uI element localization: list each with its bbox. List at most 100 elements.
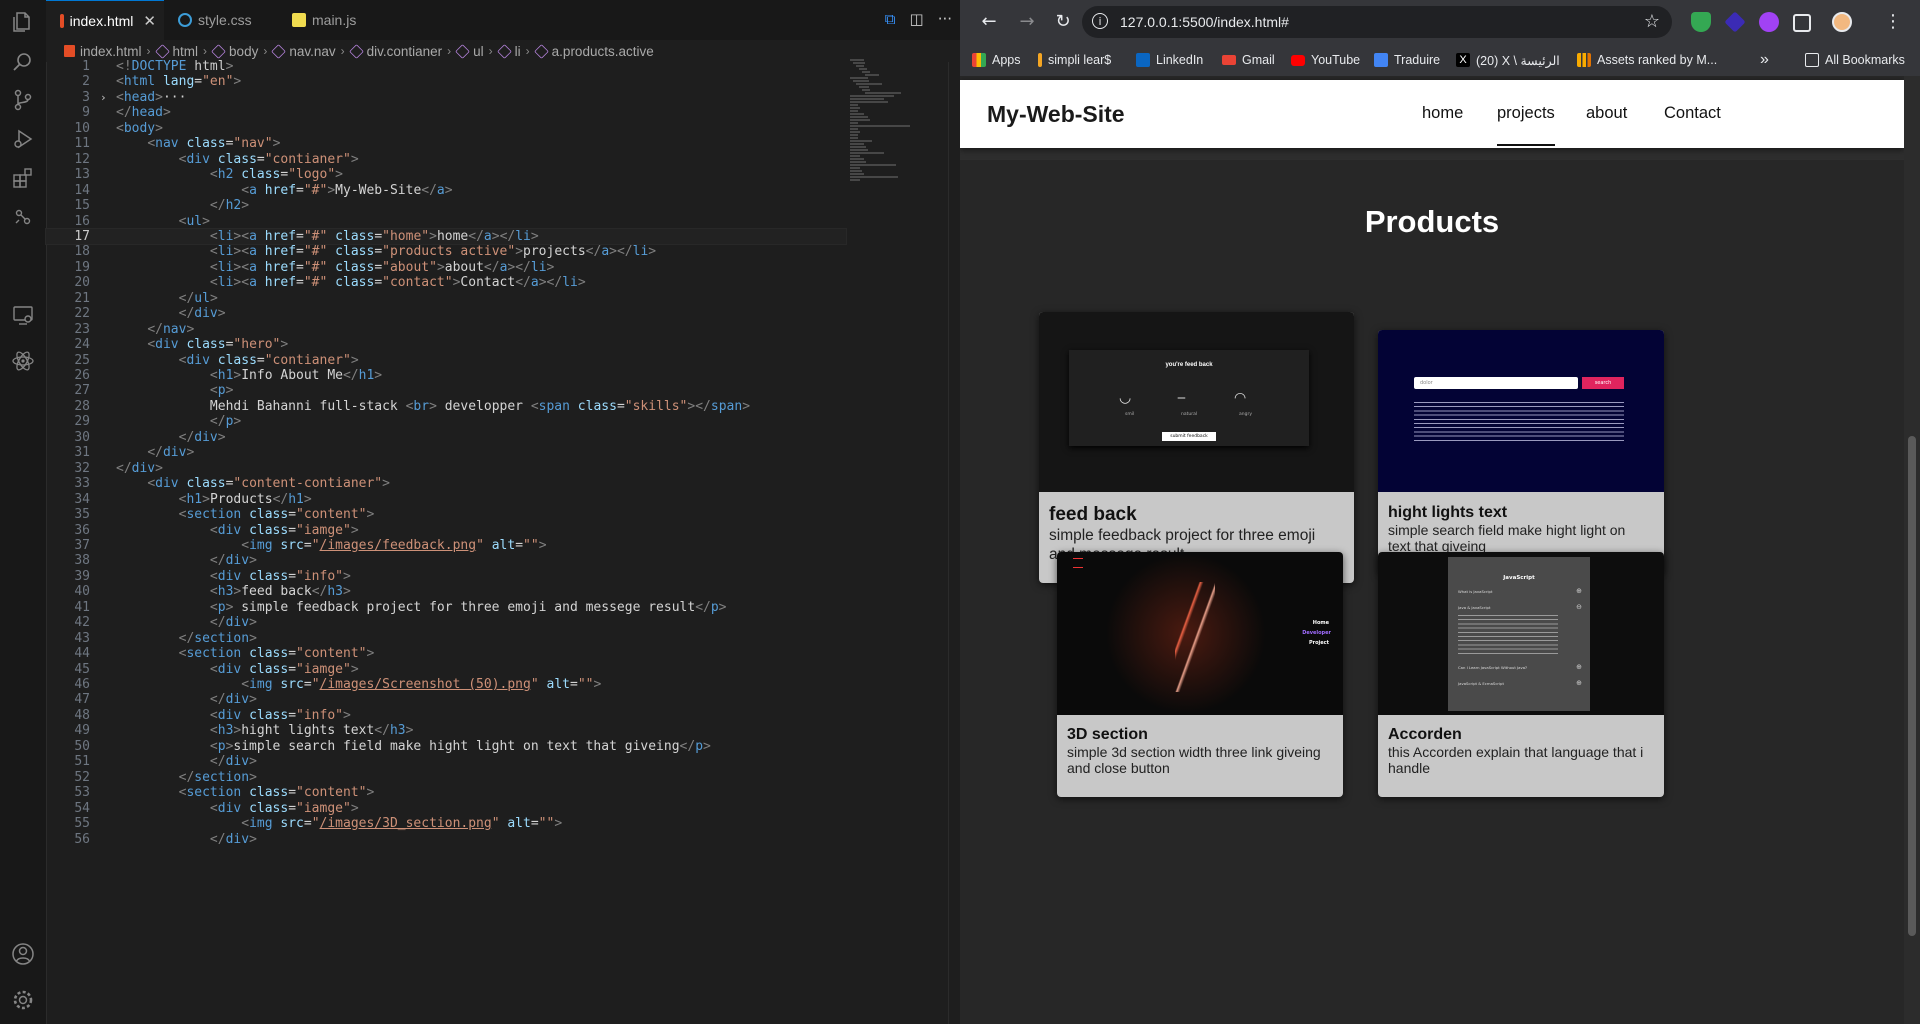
testing-icon[interactable] (11, 205, 35, 229)
breadcrumb-item[interactable]: li (496, 44, 521, 59)
code-line[interactable]: 55 <img src="/images/3D_section.png" alt… (46, 816, 846, 831)
code-line[interactable]: 34 <h1>Products</h1> (46, 492, 846, 507)
code-line[interactable]: 21 </ul> (46, 291, 846, 306)
product-card[interactable]: Home Developer Project 3D section simple… (1057, 552, 1343, 797)
code-line[interactable]: 27 <p> (46, 383, 846, 398)
split-editor-icon[interactable]: ◫ (910, 10, 924, 28)
code-line[interactable]: 46 <img src="/images/Screenshot (50).png… (46, 677, 846, 692)
code-line[interactable]: 31 </div> (46, 445, 846, 460)
shield-extension-icon[interactable] (1691, 12, 1711, 32)
breadcrumb-item[interactable]: nav.nav (271, 44, 336, 59)
code-line[interactable]: 43 </section> (46, 631, 846, 646)
nav-projects[interactable]: projects (1497, 80, 1555, 146)
profile-avatar[interactable] (1832, 12, 1852, 32)
bookmark-apps[interactable]: Apps (972, 44, 1021, 76)
code-line[interactable]: 23 </nav> (46, 322, 846, 337)
code-line[interactable]: 45 <div class="iamge"> (46, 662, 846, 677)
bookmark-x[interactable]: X (20) X \ الرئيسة (1456, 44, 1560, 76)
code-line[interactable]: 51 </div> (46, 754, 846, 769)
bookmark-star-icon[interactable]: ☆ (1644, 11, 1660, 32)
more-bookmarks-icon[interactable]: » (1760, 44, 1769, 76)
all-bookmarks[interactable]: All Bookmarks (1805, 44, 1905, 76)
nav-home[interactable]: home (1422, 80, 1463, 146)
code-line[interactable]: 35 <section class="content"> (46, 507, 846, 522)
product-card[interactable]: JavaScript What is JavaScript Java & Jav… (1378, 552, 1664, 797)
breadcrumb-item[interactable]: index.html (64, 44, 142, 59)
code-line[interactable]: 40 <h3>feed back</h3> (46, 584, 846, 599)
reload-icon[interactable]: ↻ (1052, 11, 1074, 33)
bookmark-assets[interactable]: Assets ranked by M... (1577, 44, 1717, 76)
code-line[interactable]: 38 </div> (46, 553, 846, 568)
go-live-icon[interactable]: ⧉ (885, 10, 896, 28)
code-line[interactable]: 42 </div> (46, 615, 846, 630)
settings-gear-icon[interactable] (11, 988, 35, 1012)
explorer-icon[interactable] (11, 10, 35, 34)
breadcrumb-item[interactable]: div.contianer (348, 44, 442, 59)
code-line[interactable]: 30 </div> (46, 430, 846, 445)
code-line[interactable]: 16 <ul> (46, 214, 846, 229)
code-line[interactable]: 52 </section> (46, 770, 846, 785)
code-line[interactable]: 56 </div> (46, 832, 846, 847)
product-card[interactable]: you're feed back ◡ ‒ ◠ smil natural angr… (1039, 312, 1354, 583)
breadcrumb-item[interactable]: html (154, 44, 198, 59)
bookmark-youtube[interactable]: YouTube (1291, 44, 1360, 76)
breadcrumb-item[interactable]: body (211, 44, 258, 59)
code-line[interactable]: 17 <li><a href="#" class="home">home</a>… (45, 227, 847, 246)
extension-brain-icon[interactable] (1759, 12, 1779, 32)
address-bar[interactable]: i 127.0.0.1:5500/index.html# ☆ (1082, 6, 1672, 38)
code-line[interactable]: 54 <div class="iamge"> (46, 801, 846, 816)
code-line[interactable]: 11 <nav class="nav"> (46, 136, 846, 151)
page-scrollbar[interactable] (1904, 76, 1920, 1024)
browser-menu-icon[interactable]: ⋮ (1882, 11, 1904, 33)
code-line[interactable]: 3 › <head>··· (46, 90, 846, 105)
breadcrumb-item[interactable]: a.products.active (533, 44, 654, 59)
source-control-icon[interactable] (11, 88, 35, 112)
extension-icon[interactable] (1724, 11, 1746, 33)
code-line[interactable]: 44 <section class="content"> (46, 646, 846, 661)
product-card[interactable]: dolor search hight lights text simple se… (1378, 330, 1664, 574)
code-line[interactable]: 22 </div> (46, 306, 846, 321)
code-line[interactable]: 32 </div> (46, 461, 846, 476)
code-line[interactable]: 25 <div class="contianer"> (46, 353, 846, 368)
code-editor[interactable]: 1 <!DOCTYPE html> 2 <html lang="en"> 3 › <head… (45, 59, 847, 1024)
fold-chevron-icon[interactable]: › (100, 90, 107, 105)
bookmark-traduire[interactable]: Traduire (1374, 44, 1440, 76)
close-icon[interactable]: ✕ (143, 12, 156, 30)
code-line[interactable]: 20 <li><a href="#" class="contact">Conta… (46, 275, 846, 290)
code-line[interactable]: 50 <p>simple search field make hight lig… (46, 739, 846, 754)
bookmark-gmail[interactable]: Gmail (1222, 44, 1275, 76)
code-line[interactable]: 36 <div class="iamge"> (46, 523, 846, 538)
code-line[interactable]: 39 <div class="info"> (46, 569, 846, 584)
code-line[interactable]: 12 <div class="contianer"> (46, 152, 846, 167)
nav-contact[interactable]: Contact (1664, 80, 1721, 146)
run-debug-icon[interactable] (11, 127, 35, 151)
bookmark-simplilearn[interactable]: simpli lear$ (1038, 44, 1111, 76)
code-line[interactable]: 24 <div class="hero"> (46, 337, 846, 352)
code-line[interactable]: 10 <body> (46, 121, 846, 136)
bookmark-linkedin[interactable]: LinkedIn (1136, 44, 1203, 76)
code-line[interactable]: 2 <html lang="en"> (46, 74, 846, 89)
code-line[interactable]: 47 </div> (46, 692, 846, 707)
search-icon[interactable] (11, 50, 35, 74)
code-line[interactable]: 18 <li><a href="#" class="products activ… (46, 244, 846, 259)
site-info-icon[interactable]: i (1092, 13, 1108, 29)
code-line[interactable]: 49 <h3>hight lights text</h3> (46, 723, 846, 738)
code-line[interactable]: 29 </p> (46, 414, 846, 429)
code-line[interactable]: 33 <div class="content-contianer"> (46, 476, 846, 491)
breadcrumb-item[interactable]: ul (455, 44, 484, 59)
extensions-icon[interactable] (11, 166, 35, 190)
code-line[interactable]: 9 </head> (46, 105, 846, 120)
forward-arrow-icon[interactable]: → (1016, 11, 1038, 33)
tab-index-html[interactable]: index.html ✕ (46, 0, 164, 40)
code-line[interactable]: 28 Mehdi Bahanni full-stack <br> develop… (46, 399, 846, 414)
code-line[interactable]: 19 <li><a href="#" class="about">about</… (46, 260, 846, 275)
scroll-thumb[interactable] (1908, 436, 1916, 936)
nav-about[interactable]: about (1586, 80, 1627, 146)
code-line[interactable]: 26 <h1>Info About Me</h1> (46, 368, 846, 383)
back-arrow-icon[interactable]: ← (978, 11, 1000, 33)
site-logo[interactable]: My-Web-Site (987, 80, 1125, 148)
tab-style-css[interactable]: style.css (164, 0, 278, 40)
code-line[interactable]: 48 <div class="info"> (46, 708, 846, 723)
code-line[interactable]: 1 <!DOCTYPE html> (46, 59, 846, 74)
tab-main-js[interactable]: main.js (278, 0, 388, 40)
